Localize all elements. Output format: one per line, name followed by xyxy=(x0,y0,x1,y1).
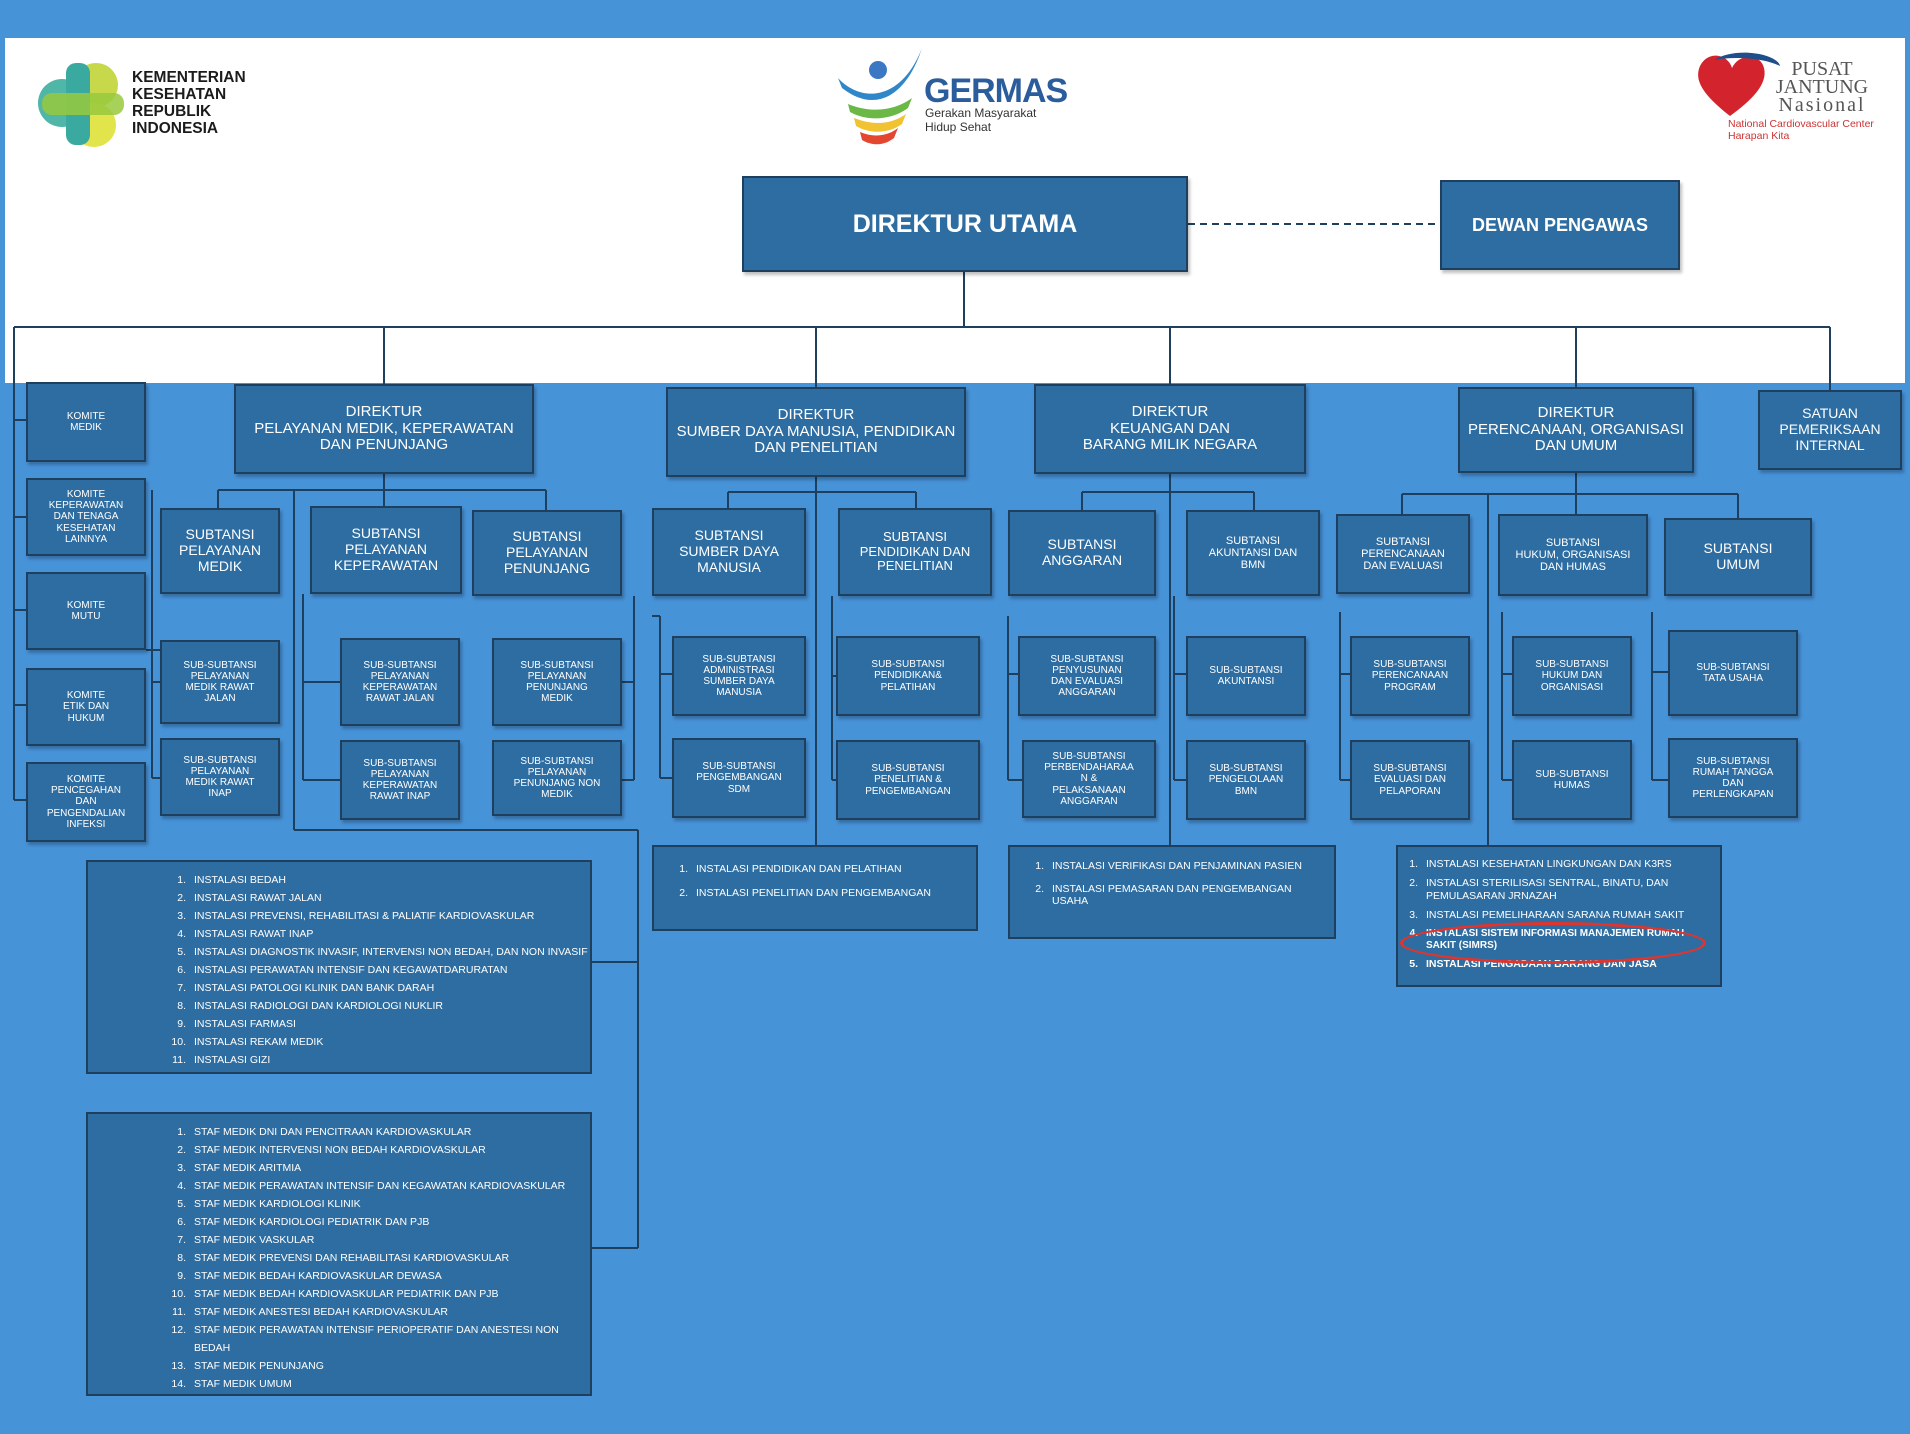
direktur-keuangan-box: DIREKTUR KEUANGAN DAN BARANG MILIK NEGAR… xyxy=(1034,384,1306,474)
sub-subtansi-pengembangan-sdm-box: SUB-SUBTANSI PENGEMBANGAN SDM xyxy=(672,738,806,818)
komite-pencegahan-box: KOMITE PENCEGAHAN DAN PENGENDALIAN INFEK… xyxy=(26,762,146,842)
komite-keperawatan-box: KOMITE KEPERAWATAN DAN TENAGA KESEHATAN … xyxy=(26,478,146,556)
subtansi-anggaran-box: SUBTANSI ANGGARAN xyxy=(1008,510,1156,596)
instalasi-sdm-list: 1. INSTALASI PENDIDIKAN DAN PELATIHAN 2. I… xyxy=(652,845,978,931)
highlight-ellipse xyxy=(1400,922,1706,964)
sub-subtansi-medik-rawat-inap-box: SUB-SUBTANSI PELAYANAN MEDIK RAWAT INAP xyxy=(160,738,280,816)
germas-logo-icon xyxy=(838,48,922,145)
subtansi-pelayanan-penunjang-box: SUBTANSI PELAYANAN PENUNJANG xyxy=(472,510,622,596)
list-item: 9. INSTALASI FARMASI xyxy=(177,1018,296,1030)
subtansi-pendidikan-box: SUBTANSI PENDIDIKAN DAN PENELITIAN xyxy=(838,508,992,596)
list-item: 14. STAF MEDIK UMUM xyxy=(171,1378,292,1390)
sub-subtansi-medik-rawat-jalan-box: SUB-SUBTANSI PELAYANAN MEDIK RAWAT JALAN xyxy=(160,640,280,724)
sub-subtansi-penunjang-medik-box: SUB-SUBTANSI PELAYANAN PENUNJANG MEDIK xyxy=(492,638,622,726)
direktur-utama-box: DIREKTUR UTAMA xyxy=(742,176,1188,272)
list-item: 3. INSTALASI PREVENSI, REHABILITASI & PAL… xyxy=(177,910,535,922)
komite-mutu-box: KOMITE MUTU xyxy=(26,572,146,650)
list-item: 6. INSTALASI PERAWATAN INTENSIF DAN KEGAW… xyxy=(177,964,508,976)
list-item: 6. STAF MEDIK KARDIOLOGI PEDIATRIK DAN PJ… xyxy=(177,1216,430,1228)
list-item: 2. INSTALASI RAWAT JALAN xyxy=(177,892,322,904)
kemenkes-logo-text: KEMENTERIAN KESEHATAN REPUBLIK INDONESIA xyxy=(132,69,246,137)
sub-subtansi-hukum-organisasi-box: SUB-SUBTANSI HUKUM DAN ORGANISASI xyxy=(1512,636,1632,716)
sub-subtansi-pengelolaan-bmn-box: SUB-SUBTANSI PENGELOLAAN BMN xyxy=(1186,740,1306,820)
pjn-logo-title: PUSAT JANTUNG Nasional xyxy=(1775,58,1869,116)
subtansi-umum-box: SUBTANSI UMUM xyxy=(1664,518,1812,596)
subtansi-perencanaan-box: SUBTANSI PERENCANAAN DAN EVALUASI xyxy=(1336,514,1470,594)
sub-subtansi-penyusunan-anggaran-box: SUB-SUBTANSI PENYUSUNAN DAN EVALUASI ANG… xyxy=(1018,636,1156,716)
sub-subtansi-administrasi-sdm-box: SUB-SUBTANSI ADMINISTRASI SUMBER DAYA MA… xyxy=(672,636,806,716)
list-item: 8. STAF MEDIK PREVENSI DAN REHABILITASI K… xyxy=(177,1252,510,1264)
sub-subtansi-evaluasi-pelaporan-box: SUB-SUBTANSI EVALUASI DAN PELAPORAN xyxy=(1350,740,1470,820)
list-item: 1. STAF MEDIK DNI DAN PENCITRAAN KARDIOVA… xyxy=(177,1126,472,1138)
list-item: 2. STAF MEDIK INTERVENSI NON BEDAH KARDIO… xyxy=(177,1144,486,1156)
subtansi-hukum-box: SUBTANSI HUKUM, ORGANISASI DAN HUMAS xyxy=(1498,514,1648,596)
instalasi-keuangan-list: 1. INSTALASI VERIFIKASI DAN PENJAMINAN PA… xyxy=(1008,845,1336,939)
staf-medik-list: 1. STAF MEDIK DNI DAN PENCITRAAN KARDIOVA… xyxy=(86,1112,592,1396)
sub-subtansi-penelitian-pengembangan-box: SUB-SUBTANSI PENELITIAN & PENGEMBANGAN xyxy=(836,740,980,820)
direktur-perencanaan-box: DIREKTUR PERENCANAAN, ORGANISASI DAN UMU… xyxy=(1458,387,1694,473)
sub-subtansi-humas-box: SUB-SUBTANSI HUMAS xyxy=(1512,740,1632,820)
list-item: 1. INSTALASI BEDAH xyxy=(177,874,286,886)
list-item: 5. INSTALASI DIAGNOSTIK INVASIF, INTERVEN… xyxy=(177,946,588,958)
sub-subtansi-tata-usaha-box: SUB-SUBTANSI TATA USAHA xyxy=(1668,630,1798,716)
list-item: 2. INSTALASI PEMASARAN DAN PENGEMBANGAN U… xyxy=(1035,883,1292,907)
pjn-logo-subtitle: National Cardiovascular Center Harapan K… xyxy=(1728,118,1874,142)
list-item: 7. STAF MEDIK VASKULAR xyxy=(177,1234,315,1246)
sub-subtansi-perencanaan-program-box: SUB-SUBTANSI PERENCANAAN PROGRAM xyxy=(1350,636,1470,716)
instalasi-umum-list: 1. INSTALASI KESEHATAN LINGKUNGAN DAN K3R… xyxy=(1396,845,1722,987)
list-item: 10. INSTALASI REKAM MEDIK xyxy=(171,1036,324,1048)
list-item: 10. STAF MEDIK BEDAH KARDIOVASKULAR PEDIA… xyxy=(171,1288,499,1300)
sub-subtansi-keperawatan-rawat-jalan-box: SUB-SUBTANSI PELAYANAN KEPERAWATAN RAWAT… xyxy=(340,638,460,726)
komite-medik-box: KOMITE MEDIK xyxy=(26,382,146,462)
sub-subtansi-akuntansi-box: SUB-SUBTANSI AKUNTANSI xyxy=(1186,636,1306,716)
instalasi-pelayanan-list: 1. INSTALASI BEDAH 2. INSTALASI RAWAT JALA… xyxy=(86,860,592,1074)
sub-subtansi-penunjang-non-medik-box: SUB-SUBTANSI PELAYANAN PENUNJANG NON MED… xyxy=(492,740,622,816)
list-item: 11. STAF MEDIK ANESTESI BEDAH KARDIOVASKU… xyxy=(172,1306,449,1318)
list-item: 1. INSTALASI VERIFIKASI DAN PENJAMINAN PA… xyxy=(1035,860,1302,872)
subtansi-sdm-box: SUBTANSI SUMBER DAYA MANUSIA xyxy=(652,508,806,596)
satuan-pemeriksaan-internal-box: SATUAN PEMERIKSAAN INTERNAL xyxy=(1758,390,1902,470)
list-item: 8. INSTALASI RADIOLOGI DAN KARDIOLOGI NUK… xyxy=(177,1000,443,1012)
dewan-pengawas-box: DEWAN PENGAWAS xyxy=(1440,180,1680,270)
kemenkes-logo-icon xyxy=(38,63,124,147)
subtansi-akuntansi-box: SUBTANSI AKUNTANSI DAN BMN xyxy=(1186,510,1320,596)
sub-subtansi-perbendaharaan-box: SUB-SUBTANSI PERBENDAHARAA N & PELAKSANA… xyxy=(1022,740,1156,818)
direktur-pelayanan-box: DIREKTUR PELAYANAN MEDIK, KEPERAWATAN DA… xyxy=(234,384,534,474)
list-item: 1. INSTALASI KESEHATAN LINGKUNGAN DAN K3R… xyxy=(1409,858,1672,870)
direktur-sdm-box: DIREKTUR SUMBER DAYA MANUSIA, PENDIDIKAN… xyxy=(666,387,966,477)
list-item: 4. STAF MEDIK PERAWATAN INTENSIF DAN KEGA… xyxy=(177,1180,566,1192)
list-item: 11. INSTALASI GIZI xyxy=(172,1054,271,1066)
list-item: 2. INSTALASI STERILISASI SENTRAL, BINATU,… xyxy=(1409,877,1669,902)
list-item: 9. STAF MEDIK BEDAH KARDIOVASKULAR DEWASA xyxy=(177,1270,442,1282)
sub-subtansi-rumah-tangga-box: SUB-SUBTANSI RUMAH TANGGA DAN PERLENGKAP… xyxy=(1668,738,1798,818)
list-item: 1. INSTALASI PENDIDIKAN DAN PELATIHAN xyxy=(679,863,902,875)
list-item: 12. STAF MEDIK PERAWATAN INTENSIF PERIOPE… xyxy=(171,1324,559,1354)
sub-subtansi-pendidikan-pelatihan-box: SUB-SUBTANSI PENDIDIKAN& PELATIHAN xyxy=(836,636,980,716)
germas-logo-subtitle: Gerakan Masyarakat Hidup Sehat xyxy=(925,106,1037,134)
list-item: 2. INSTALASI PENELITIAN DAN PENGEMBANGAN xyxy=(679,887,931,899)
list-item: 5. STAF MEDIK KARDIOLOGI KLINIK xyxy=(177,1198,361,1210)
subtansi-pelayanan-keperawatan-box: SUBTANSI PELAYANAN KEPERAWATAN xyxy=(310,506,462,594)
list-item: 13. STAF MEDIK PENUNJANG xyxy=(171,1360,324,1372)
list-item: 3. INSTALASI PEMELIHARAAN SARANA RUMAH SA… xyxy=(1409,909,1685,921)
sub-subtansi-keperawatan-rawat-inap-box: SUB-SUBTANSI PELAYANAN KEPERAWATAN RAWAT… xyxy=(340,740,460,820)
list-item: 4. INSTALASI RAWAT INAP xyxy=(177,928,314,940)
list-item: 3. STAF MEDIK ARITMIA xyxy=(177,1162,302,1174)
list-item: 7. INSTALASI PATOLOGI KLINIK DAN BANK DAR… xyxy=(177,982,435,994)
subtansi-pelayanan-medik-box: SUBTANSI PELAYANAN MEDIK xyxy=(160,508,280,594)
komite-etik-box: KOMITE ETIK DAN HUKUM xyxy=(26,668,146,746)
